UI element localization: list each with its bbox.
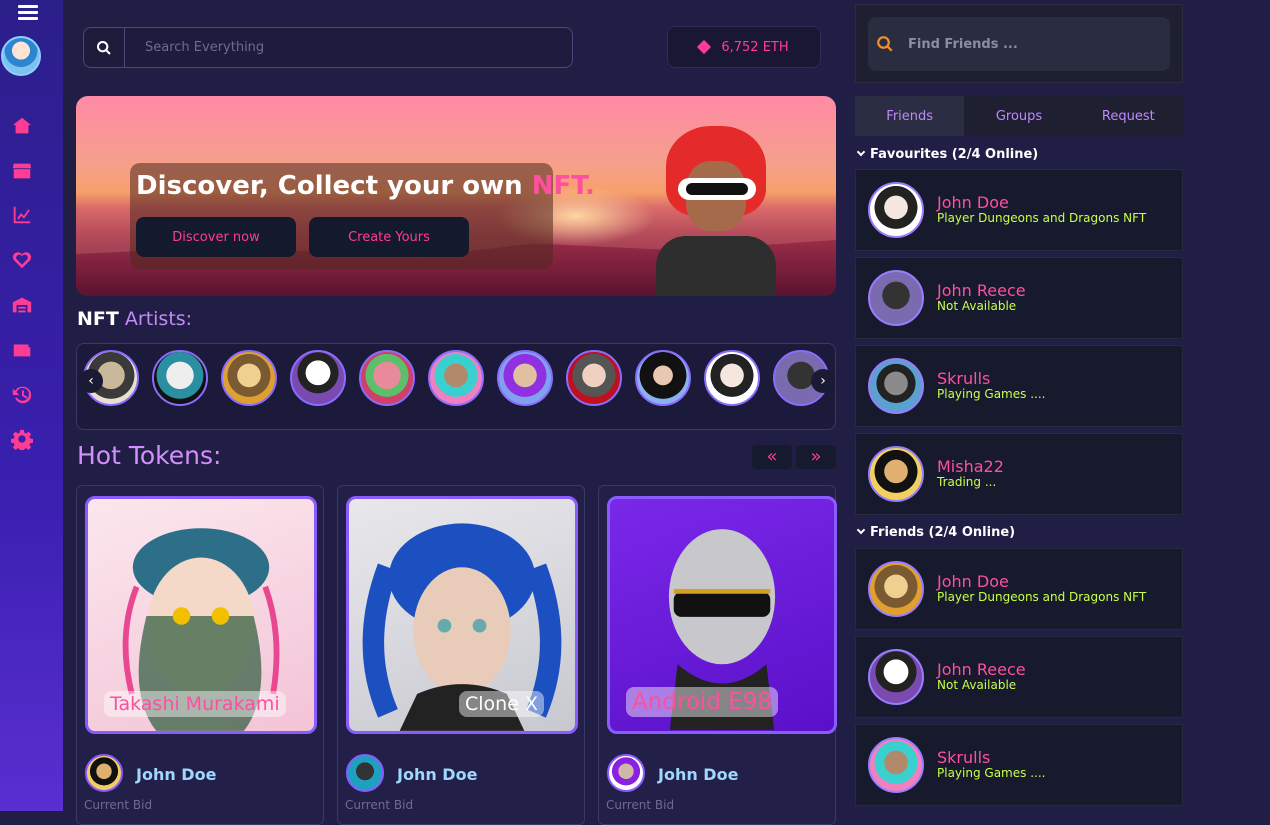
friend-name: John Reece <box>937 281 1026 300</box>
artist-avatar[interactable] <box>221 350 277 406</box>
hot-tokens-prev-button[interactable]: « <box>752 445 792 469</box>
ethereum-diamond-icon <box>697 39 712 55</box>
artist-avatar[interactable] <box>635 350 691 406</box>
find-friends-box <box>868 17 1170 71</box>
current-bid-label: Current Bid <box>84 798 153 812</box>
owner-name: John Doe <box>397 765 478 784</box>
token-card[interactable]: Clone X John Doe Current Bid <box>337 485 585 825</box>
artists-heading: NFT Artists: <box>77 308 193 330</box>
friend-avatar <box>868 182 924 238</box>
chevron-down-icon <box>856 147 866 157</box>
store-icon[interactable] <box>10 159 34 183</box>
token-card[interactable]: Takashi Murakami John Doe Current Bid <box>76 485 324 825</box>
find-friends-panel <box>855 4 1183 83</box>
friend-item[interactable]: John Doe Player Dungeons and Dragons NFT <box>855 169 1183 251</box>
friend-avatar <box>868 270 924 326</box>
artist-avatar[interactable] <box>497 350 553 406</box>
create-yours-button[interactable]: Create Yours <box>309 217 469 257</box>
owner-avatar <box>607 754 645 792</box>
current-bid-label: Current Bid <box>606 798 675 812</box>
friend-item[interactable]: Skrulls Playing Games .... <box>855 345 1183 427</box>
token-name: Takashi Murakami <box>104 691 286 717</box>
eth-balance-value: 6,752 ETH <box>721 39 789 55</box>
friend-avatar <box>868 358 924 414</box>
token-image: Takashi Murakami <box>85 496 317 734</box>
friend-name: John Reece <box>937 660 1026 679</box>
hot-tokens-next-button[interactable]: » <box>796 445 836 469</box>
artist-avatar[interactable] <box>566 350 622 406</box>
token-card[interactable]: Android E98 John Doe Current Bid <box>598 485 837 825</box>
chevron-right-icon[interactable]: › <box>811 369 835 393</box>
friend-name: John Doe <box>937 193 1009 212</box>
search-icon[interactable] <box>876 35 894 53</box>
artist-avatar[interactable] <box>290 350 346 406</box>
tab-groups[interactable]: Groups <box>964 96 1073 136</box>
artist-avatar[interactable] <box>428 350 484 406</box>
search-bar <box>83 27 573 68</box>
token-name: Clone X <box>459 691 544 717</box>
current-bid-label: Current Bid <box>345 798 414 812</box>
token-name: Android E98 <box>626 687 779 717</box>
tab-request[interactable]: Request <box>1074 96 1183 136</box>
friend-item[interactable]: Skrulls Playing Games .... <box>855 724 1183 806</box>
artist-avatar[interactable] <box>152 350 208 406</box>
friend-status: Player Dungeons and Dragons NFT <box>937 590 1147 604</box>
friend-name: Skrulls <box>937 369 991 388</box>
banner-character-image <box>656 126 776 296</box>
friend-avatar <box>868 737 924 793</box>
banner-title: Discover, Collect your own NFT. <box>136 171 595 201</box>
heart-icon[interactable] <box>10 248 34 272</box>
friend-avatar <box>868 649 924 705</box>
friend-avatar <box>868 561 924 617</box>
friends-section-header[interactable]: Friends (2/4 Online) <box>855 525 1015 540</box>
home-icon[interactable] <box>10 114 34 138</box>
friend-avatar <box>868 446 924 502</box>
friend-status: Not Available <box>937 678 1017 692</box>
owner-name: John Doe <box>658 765 739 784</box>
hero-banner: Discover, Collect your own NFT. Discover… <box>76 96 836 296</box>
find-friends-input[interactable] <box>894 36 1134 52</box>
discover-now-button[interactable]: Discover now <box>136 217 296 257</box>
eth-balance[interactable]: 6,752 ETH <box>667 26 821 68</box>
friend-item[interactable]: John Reece Not Available <box>855 257 1183 339</box>
warehouse-icon[interactable] <box>10 293 34 317</box>
friend-item[interactable]: John Doe Player Dungeons and Dragons NFT <box>855 548 1183 630</box>
friend-name: Skrulls <box>937 748 991 767</box>
friend-status: Not Available <box>937 299 1017 313</box>
search-icon[interactable] <box>84 28 125 67</box>
token-image: Clone X <box>346 496 578 734</box>
friend-status: Player Dungeons and Dragons NFT <box>937 211 1147 225</box>
friend-item[interactable]: Misha22 Trading ... <box>855 433 1183 515</box>
friends-tabs: Friends Groups Request <box>855 96 1183 136</box>
friend-status: Playing Games .... <box>937 766 1046 780</box>
banner-card: Discover, Collect your own NFT. Discover… <box>130 163 595 269</box>
artist-avatar[interactable] <box>359 350 415 406</box>
search-input[interactable] <box>125 28 572 67</box>
hamburger-menu-icon[interactable] <box>18 5 38 21</box>
artist-avatar[interactable] <box>704 350 760 406</box>
hot-tokens-heading: Hot Tokens: <box>77 441 222 470</box>
chart-icon[interactable] <box>10 203 34 227</box>
owner-name: John Doe <box>136 765 217 784</box>
settings-gear-icon[interactable] <box>10 427 34 451</box>
sidebar <box>0 0 63 811</box>
friend-status: Playing Games .... <box>937 387 1046 401</box>
chevron-down-icon <box>856 525 866 535</box>
token-image: Android E98 <box>607 496 837 734</box>
favourites-section-header[interactable]: Favourites (2/4 Online) <box>855 147 1038 162</box>
wallet-icon[interactable] <box>10 338 34 362</box>
owner-avatar <box>85 754 123 792</box>
friend-item[interactable]: John Reece Not Available <box>855 636 1183 718</box>
user-avatar[interactable] <box>1 36 41 76</box>
history-icon[interactable] <box>10 383 34 407</box>
friend-status: Trading ... <box>937 475 997 489</box>
friend-name: Misha22 <box>937 457 1004 476</box>
chevron-left-icon[interactable]: ‹ <box>79 369 103 393</box>
tab-friends[interactable]: Friends <box>855 96 965 136</box>
owner-avatar <box>346 754 384 792</box>
artists-carousel: ‹ › <box>76 343 836 430</box>
friend-name: John Doe <box>937 572 1009 591</box>
